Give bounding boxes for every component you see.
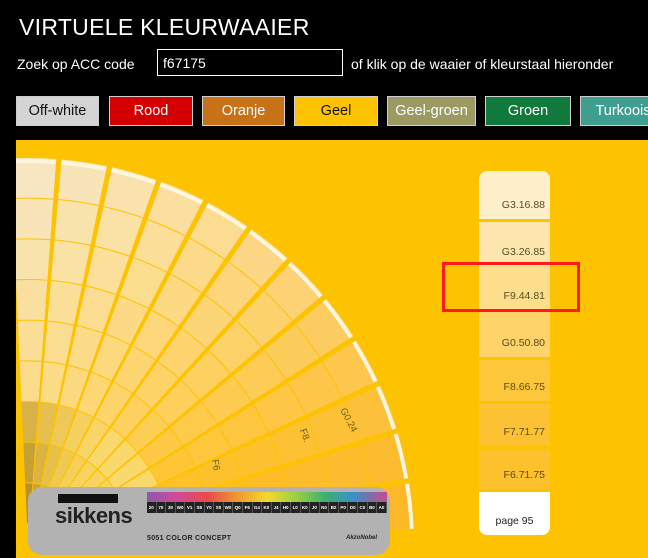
code-strip: 20 70 30 W0 V1 S8 Y0 S0 W0 Q0 F6 G4 K0 J4 H0 L0 K0 J0 N0 B2…	[147, 502, 387, 513]
brand-plate: sikkens 20 70 30 W0 V1 S8 Y0 S0 W0 Q0 F6 G4 K0 J4 H0 L0…	[28, 487, 390, 555]
tab-groen[interactable]: Groen	[485, 96, 571, 126]
tab-oranje[interactable]: Oranje	[202, 96, 285, 126]
fan-leaf-segment[interactable]	[16, 280, 48, 321]
swatch-code: G3.16.88	[501, 199, 545, 211]
sikkens-logo: sikkens	[55, 503, 133, 528]
page-indicator: page 95	[479, 492, 550, 535]
selected-swatch-highlight	[442, 262, 580, 312]
swatch-code: F7.71.77	[503, 426, 545, 438]
color-family-tabs: Off-white Rood Oranje Geel Geel-groen Gr…	[0, 96, 648, 126]
search-hint: of klik op de waaier of kleurstaal hiero…	[351, 56, 614, 72]
page-label: page 95	[495, 515, 534, 527]
swatch[interactable]: F8.66.75	[479, 360, 550, 401]
tab-label: Off-white	[28, 103, 87, 119]
swatch[interactable]: G3.26.85	[479, 222, 550, 266]
tab-label: Geel	[320, 103, 352, 119]
fan-leaf-segment[interactable]	[44, 321, 74, 365]
search-label: Zoek op ACC code	[17, 56, 135, 72]
swatch[interactable]: G3.16.88	[479, 171, 550, 219]
tab-label: Turkoois	[595, 103, 648, 119]
tab-label: Oranje	[221, 103, 266, 119]
logo-bar	[58, 494, 118, 503]
color-concept-label: 5051 COLOR CONCEPT	[147, 535, 232, 542]
tab-geel[interactable]: Geel	[294, 96, 378, 126]
swatch[interactable]: F6.71.75	[479, 449, 550, 489]
fan-leaf-label: F6	[209, 459, 222, 472]
swatch-code: G3.26.85	[501, 246, 545, 258]
swatch[interactable]: G0.50.80	[479, 310, 550, 357]
fan-leaf-segment[interactable]	[17, 320, 45, 361]
swatch[interactable]: F7.71.77	[479, 404, 550, 446]
swatch-card[interactable]: G3.16.88 G3.26.85 F9.44.81 G0.50.80 F8.6…	[479, 171, 550, 535]
acc-code-search-input[interactable]	[157, 49, 343, 76]
fan-leaf-segment[interactable]	[19, 361, 42, 402]
akzonobel-label: AkzoNobel	[346, 535, 378, 541]
tab-off-white[interactable]: Off-white	[16, 96, 99, 126]
swatch-code: F8.66.75	[503, 381, 545, 393]
fan-leaf-segment[interactable]	[21, 402, 39, 442]
tab-turkoois[interactable]: Turkoois	[580, 96, 648, 126]
tab-rood[interactable]: Rood	[109, 96, 193, 126]
fan-leaf-rim	[16, 159, 57, 165]
tab-label: Rood	[133, 103, 169, 119]
fan-leaf-segment[interactable]	[16, 198, 54, 240]
fan-leaf-segment[interactable]	[54, 199, 99, 245]
fan-leaf-segment[interactable]	[51, 240, 91, 285]
fan-leaf-segment[interactable]	[47, 281, 83, 325]
fan-leaf-segment[interactable]	[321, 445, 370, 492]
tab-label: Groen	[507, 103, 549, 119]
tab-geel-groen[interactable]: Geel-groen	[387, 96, 476, 126]
swatch-code: F6.71.75	[503, 469, 545, 481]
fan-leaf-segment[interactable]	[16, 158, 57, 199]
fan-leaf-segment[interactable]	[16, 239, 51, 280]
color-stage: F6 F8. G0.24 G3.16.88 G3.26.85 F9.44.81 …	[16, 140, 648, 558]
swatch-code: G0.50.80	[501, 337, 545, 349]
page-title: VIRTUELE KLEURWAAIER	[19, 14, 310, 40]
color-spectrum	[147, 492, 387, 502]
tab-label: Geel-groen	[395, 103, 468, 119]
fan-leaf-segment[interactable]	[23, 442, 36, 483]
